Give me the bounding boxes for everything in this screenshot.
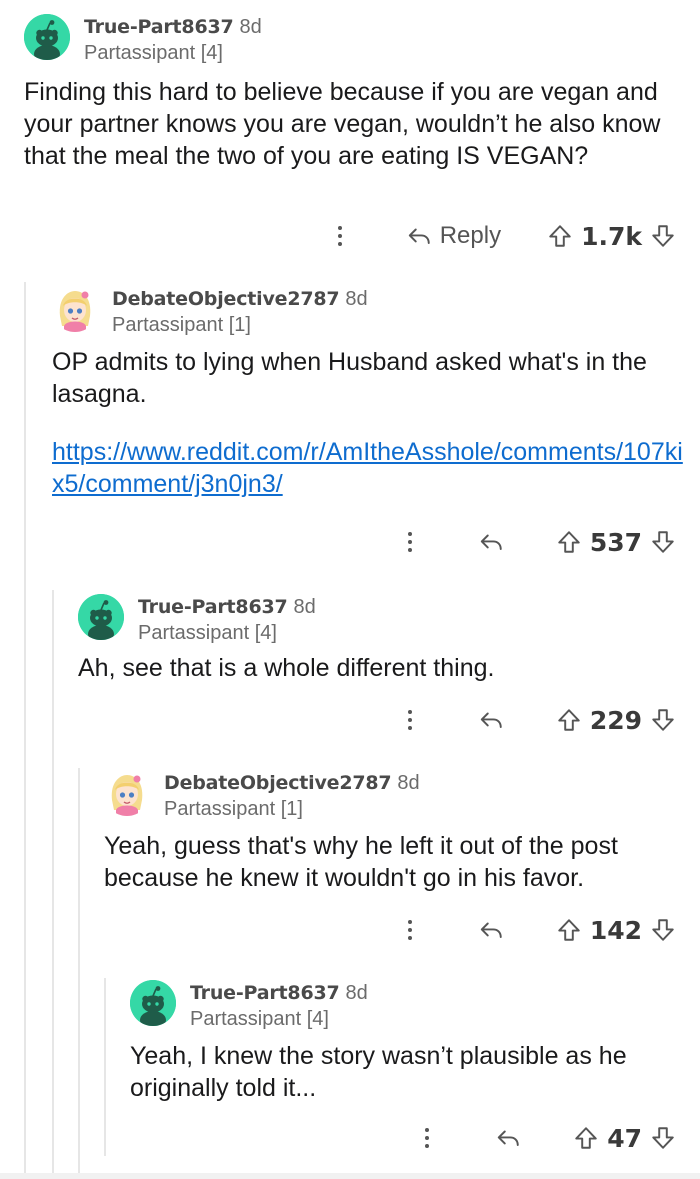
comment-actions: 229	[400, 700, 676, 740]
comment-header: DebateObjective2787 8d Partassipant [1]	[52, 286, 700, 338]
comment-header: DebateObjective2787 8d Partassipant [1]	[104, 770, 700, 822]
thread-line	[104, 978, 106, 1156]
reddit-default-avatar-icon[interactable]	[24, 14, 70, 60]
upvote-arrow-icon[interactable]	[556, 707, 582, 733]
comment-actions: 47	[417, 1118, 676, 1158]
username[interactable]: True-Part8637	[190, 980, 340, 1006]
username[interactable]: DebateObjective2787	[164, 770, 392, 796]
more-options-icon[interactable]	[417, 1123, 437, 1153]
downvote-arrow-icon[interactable]	[650, 707, 676, 733]
user-flair: Partassipant [1]	[112, 314, 251, 336]
reply-button[interactable]	[478, 707, 504, 733]
comment-actions: 537	[400, 522, 676, 562]
comment-body: Finding this hard to believe because if …	[24, 78, 661, 170]
upvote-arrow-icon[interactable]	[556, 917, 582, 943]
reply-button[interactable]	[495, 1125, 521, 1151]
divider	[0, 1173, 700, 1179]
reply-arrow-icon	[406, 223, 432, 249]
reply-label: Reply	[439, 222, 502, 249]
comment-age: 8d	[239, 16, 262, 38]
comment: True-Part8637 8d Partassipant [4] Findin…	[24, 14, 700, 172]
vote-score: 142	[589, 915, 642, 945]
comment-header: True-Part8637 8d Partassipant [4]	[130, 980, 700, 1032]
thread-line	[24, 282, 26, 1179]
reddit-default-avatar-icon[interactable]	[130, 980, 176, 1026]
comment-actions: Reply 1.7k	[330, 216, 676, 256]
downvote-arrow-icon[interactable]	[650, 917, 676, 943]
upvote-arrow-icon[interactable]	[556, 529, 582, 555]
thread-line	[52, 590, 54, 1179]
downvote-arrow-icon[interactable]	[650, 223, 676, 249]
comment-header: True-Part8637 8d Partassipant [4]	[24, 14, 700, 66]
comment-actions: 142	[400, 910, 676, 950]
upvote-arrow-icon[interactable]	[547, 223, 573, 249]
more-options-icon[interactable]	[400, 915, 420, 945]
downvote-arrow-icon[interactable]	[650, 1125, 676, 1151]
username[interactable]: DebateObjective2787	[112, 286, 340, 312]
comment-body: Yeah, guess that's why he left it out of…	[104, 832, 618, 892]
comment: True-Part8637 8d Partassipant [4] Ah, se…	[78, 594, 700, 684]
reply-button[interactable]	[478, 917, 504, 943]
thread-line	[78, 768, 80, 1179]
user-flair: Partassipant [4]	[190, 1008, 329, 1030]
reply-button[interactable]: Reply	[406, 222, 501, 250]
username[interactable]: True-Part8637	[84, 14, 234, 40]
user-flair: Partassipant [1]	[164, 798, 303, 820]
comment-age: 8d	[345, 982, 368, 1004]
comment-header: True-Part8637 8d Partassipant [4]	[78, 594, 700, 646]
anime-girl-avatar-icon[interactable]	[52, 286, 98, 332]
username[interactable]: True-Part8637	[138, 594, 288, 620]
reddit-default-avatar-icon[interactable]	[78, 594, 124, 640]
reply-arrow-icon	[495, 1125, 521, 1151]
comment: True-Part8637 8d Partassipant [4] Yeah, …	[130, 980, 700, 1104]
downvote-arrow-icon[interactable]	[650, 529, 676, 555]
more-options-icon[interactable]	[400, 527, 420, 557]
anime-girl-avatar-icon[interactable]	[104, 770, 150, 816]
comment-body: Ah, see that is a whole different thing.	[78, 654, 495, 682]
comment: DebateObjective2787 8d Partassipant [1] …	[104, 770, 700, 894]
upvote-arrow-icon[interactable]	[573, 1125, 599, 1151]
reply-arrow-icon	[478, 529, 504, 555]
user-flair: Partassipant [4]	[138, 622, 277, 644]
reply-arrow-icon	[478, 917, 504, 943]
more-options-icon[interactable]	[400, 705, 420, 735]
more-options-icon[interactable]	[330, 221, 350, 251]
vote-score: 47	[607, 1123, 642, 1153]
comment-age: 8d	[345, 288, 368, 310]
user-flair: Partassipant [4]	[84, 42, 223, 64]
comment-age: 8d	[293, 596, 316, 618]
comment-body: Yeah, I knew the story wasn’t plausible …	[130, 1042, 627, 1102]
reply-button[interactable]	[478, 529, 504, 555]
comment: DebateObjective2787 8d Partassipant [1] …	[52, 286, 700, 500]
vote-score: 537	[589, 527, 642, 557]
vote-score: 1.7k	[581, 221, 642, 251]
comment-body: OP admits to lying when Husband asked wh…	[52, 348, 647, 408]
comment-link[interactable]: https://www.reddit.com/r/AmItheAsshole/c…	[52, 436, 700, 500]
comment-age: 8d	[397, 772, 420, 794]
reply-arrow-icon	[478, 707, 504, 733]
vote-score: 229	[589, 705, 642, 735]
